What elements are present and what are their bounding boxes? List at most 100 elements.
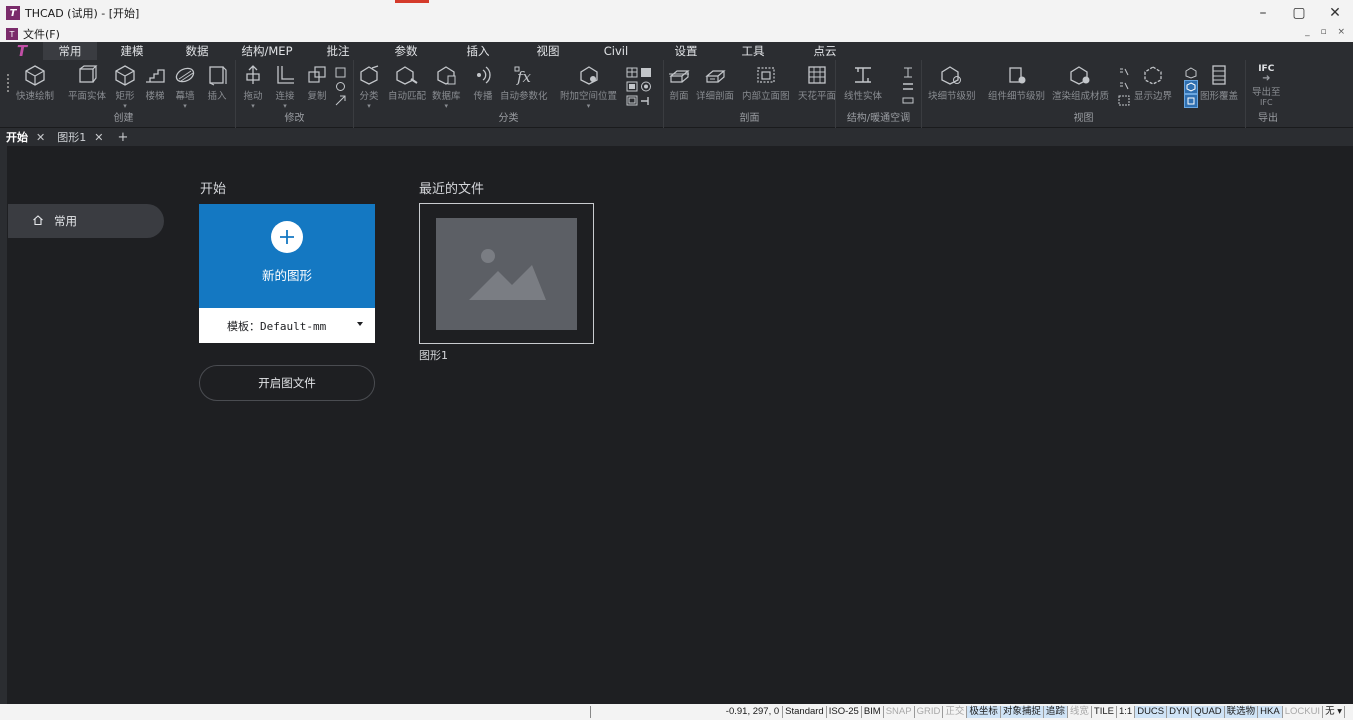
grid-view-icon[interactable]	[626, 66, 638, 78]
graphic-override-tool[interactable]: 图形覆盖	[1200, 64, 1238, 102]
status-toggle--15[interactable]: 联选物	[1224, 706, 1259, 718]
status-toggle-dyn[interactable]: DYN	[1167, 706, 1193, 718]
insert-tool[interactable]: 插入	[206, 64, 228, 102]
status-toggle-hka[interactable]: HKA	[1258, 706, 1283, 718]
tab-parameters[interactable]: 参数	[369, 42, 443, 60]
mdi-window-controls[interactable]: _ ▫ ×	[1305, 27, 1349, 37]
linear-solid-tool[interactable]: 线性实体	[844, 64, 882, 102]
close-window-button[interactable]: ✕	[1317, 0, 1353, 26]
status-toggle--18[interactable]: 无 ▾	[1323, 706, 1345, 718]
block-detail-level-tool[interactable]: 块细节级别	[928, 64, 976, 102]
beam-icon[interactable]	[902, 80, 914, 92]
mirror-icon[interactable]	[334, 66, 346, 78]
column-icon[interactable]	[902, 66, 914, 78]
status-toggle-grid[interactable]: GRID	[915, 706, 944, 718]
tab-structure-mep[interactable]: 结构/MEP	[227, 42, 307, 60]
recent-section-title: 最近的文件	[419, 182, 485, 197]
new-drawing-card[interactable]: 新的图形	[199, 204, 375, 308]
tab-settings[interactable]: 设置	[649, 42, 723, 60]
tab-modeling[interactable]: 建模	[97, 42, 167, 60]
attach-space-location-tool[interactable]: 附加空间位置 ▾	[560, 64, 617, 110]
filter-icon[interactable]	[1118, 66, 1130, 78]
tab-common[interactable]: 常用	[43, 42, 97, 60]
status-toggle--9[interactable]: 线宽	[1068, 706, 1092, 718]
propagate-tool[interactable]: 传播	[472, 64, 494, 102]
status-toggle-snap[interactable]: SNAP	[884, 706, 915, 718]
hatch-icon[interactable]	[1118, 94, 1130, 106]
status-toggle-lockui[interactable]: LOCKUI	[1283, 706, 1324, 718]
status-toggle-1-1-11[interactable]: 1:1	[1117, 706, 1136, 718]
status-toggle-ducs[interactable]: DUCS	[1135, 706, 1168, 718]
new-tab-button[interactable]: +	[117, 130, 128, 145]
tab-pointcloud[interactable]: 点云	[783, 42, 867, 60]
tab-data[interactable]: 数据	[167, 42, 227, 60]
ribbon-grip-handle[interactable]	[7, 74, 9, 92]
export-ifc-tool[interactable]: IFC ➜ 导出至 IFC	[1252, 64, 1281, 107]
status-toggle-quad[interactable]: QUAD	[1192, 706, 1225, 718]
cube-view-icon[interactable]	[1184, 66, 1198, 80]
status-toggle--6[interactable]: 极坐标	[967, 706, 1001, 718]
section-tool[interactable]: 剖面	[668, 64, 690, 102]
doc-tab-drawing1[interactable]: 图形1 ✕	[51, 128, 109, 146]
auto-match-tool[interactable]: 自动匹配	[388, 64, 426, 102]
show-boundary-tool[interactable]: 显示边界	[1134, 64, 1172, 102]
quick-draw-tool[interactable]: 快速绘制	[16, 64, 54, 102]
planar-solid-tool[interactable]: 平面实体	[68, 64, 106, 102]
classify-tool[interactable]: 分类 ▾	[358, 64, 380, 110]
target-icon[interactable]	[640, 80, 652, 92]
duct-icon[interactable]	[902, 94, 914, 106]
restore-button[interactable]: ▢	[1281, 0, 1317, 26]
tab-civil[interactable]: Civil	[583, 42, 649, 60]
recent-file-thumbnail[interactable]	[419, 203, 594, 344]
render-material-icon	[1069, 64, 1092, 86]
tab-tools[interactable]: 工具	[723, 42, 783, 60]
rotate-icon[interactable]	[334, 80, 346, 92]
ribbon-panel: 快速绘制 平面实体 矩形 ▾ 楼梯 幕墙 ▾ 插入 创建 拖动 ▾ 连接 ▾ 复…	[0, 60, 1353, 128]
layout-icon[interactable]	[626, 80, 638, 92]
status-toggle-standard[interactable]: Standard	[783, 706, 827, 718]
close-tab-icon[interactable]: ✕	[94, 131, 103, 144]
visibility-icon[interactable]	[1118, 80, 1130, 92]
rectangle-tool[interactable]: 矩形 ▾	[114, 64, 136, 110]
layer-view-icon[interactable]	[1184, 80, 1198, 94]
interior-elevation-tool[interactable]: 内部立面图	[742, 64, 790, 102]
status-toggle-iso-25[interactable]: ISO-25	[827, 706, 862, 718]
selected-view-icon[interactable]	[1184, 94, 1198, 108]
copy-tool[interactable]: 复制	[306, 64, 328, 102]
file-menu[interactable]: 文件(F)	[23, 26, 60, 42]
stair-tool[interactable]: 楼梯	[144, 64, 166, 102]
status-toggle--5[interactable]: 正交	[943, 706, 968, 718]
open-file-button[interactable]: 开启图文件	[199, 365, 375, 401]
close-tab-icon[interactable]: ✕	[36, 131, 45, 144]
doc-tab-start[interactable]: 开始 ✕	[0, 128, 51, 146]
template-select[interactable]: 模板：Default-mm	[199, 308, 375, 343]
auto-parametrize-tool[interactable]: fx 自动参数化	[500, 64, 548, 102]
connect-tool[interactable]: 连接 ▾	[274, 64, 296, 110]
detail-section-tool[interactable]: 详细剖面	[696, 64, 734, 102]
database-tool[interactable]: 数据库 ▾	[432, 64, 461, 110]
status-toggle-bim[interactable]: BIM	[862, 706, 884, 718]
status-toggle--8[interactable]: 追踪	[1043, 706, 1068, 718]
group-title-modify: 修改	[284, 113, 305, 124]
pin-icon[interactable]	[640, 94, 652, 106]
tab-annotation[interactable]: 批注	[307, 42, 369, 60]
left-edge	[0, 146, 7, 704]
status-toggle-tile[interactable]: TILE	[1092, 706, 1117, 718]
frame-icon[interactable]	[626, 94, 638, 106]
table-icon[interactable]	[640, 66, 652, 78]
tab-view[interactable]: 视图	[513, 42, 583, 60]
recent-file-name[interactable]: 图形1	[419, 347, 448, 363]
render-material-tool[interactable]: 渲染组成材质	[1052, 64, 1109, 102]
title-bar: T THCAD (试用) - [开始] – ▢ ✕	[0, 0, 1353, 26]
sidebar-item-common[interactable]: 常用	[8, 204, 164, 238]
drag-tool[interactable]: 拖动 ▾	[242, 64, 264, 110]
curtain-wall-tool[interactable]: 幕墙 ▾	[174, 64, 196, 110]
tab-insert[interactable]: 插入	[443, 42, 513, 60]
ribbon-group-modify: 拖动 ▾ 连接 ▾ 复制 修改	[236, 60, 354, 128]
scale-icon[interactable]	[334, 94, 346, 106]
status-toggle--7[interactable]: 对象捕捉	[1000, 706, 1044, 718]
component-detail-level-tool[interactable]: 组件细节级别	[988, 64, 1045, 102]
app-menu-logo[interactable]: T	[7, 42, 37, 60]
ceiling-plan-tool[interactable]: 天花平面	[798, 64, 836, 102]
minimize-button[interactable]: –	[1245, 0, 1281, 26]
